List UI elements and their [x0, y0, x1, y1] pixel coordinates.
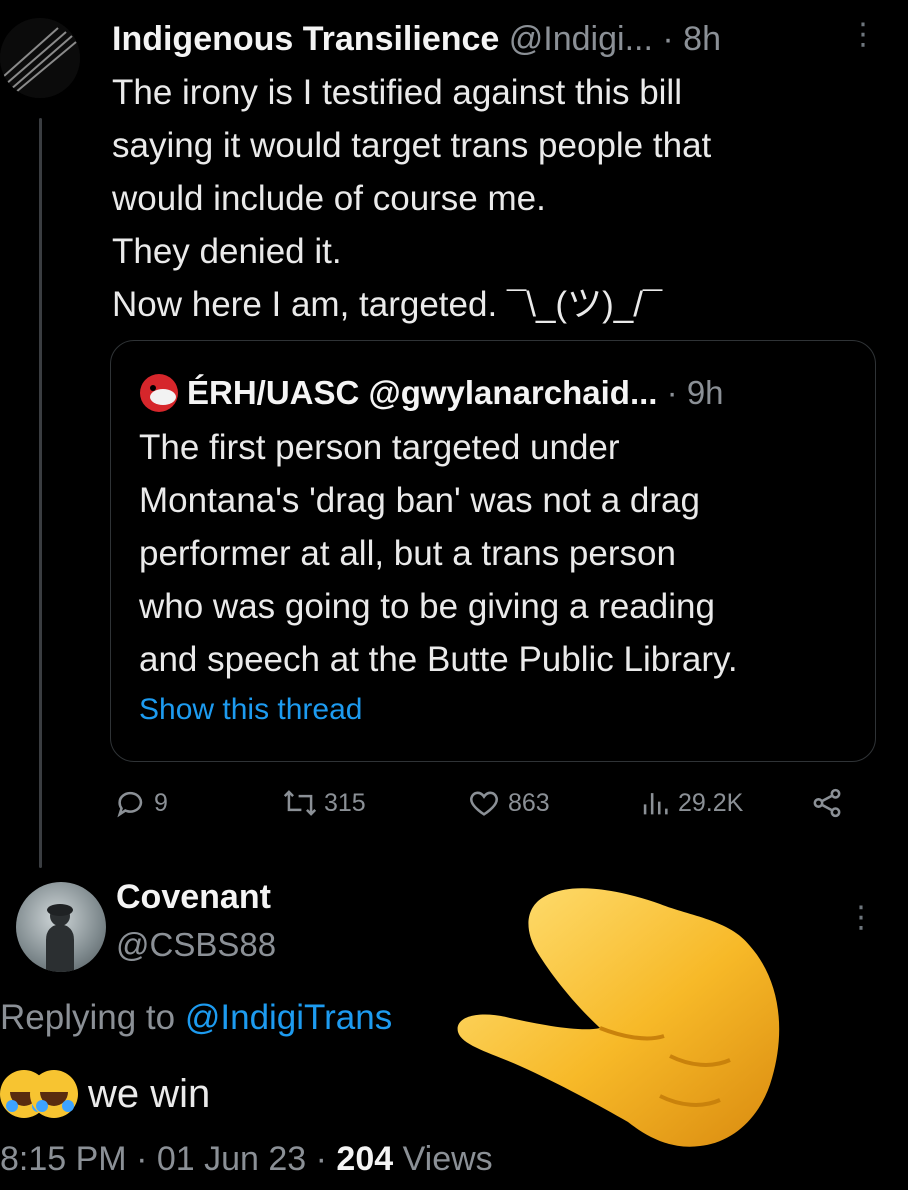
quoted-tweet-header: ÉRH/UASC @gwylanarchaid... · 9h	[187, 371, 724, 415]
show-this-thread-link[interactable]: Show this thread	[139, 693, 362, 727]
thread-connector-line	[39, 118, 42, 868]
share-button[interactable]	[810, 786, 844, 820]
quoted-tweet-line: who was going to be giving a reading	[139, 587, 715, 626]
quoted-author-handle[interactable]: @gwylanarchaid...	[369, 374, 658, 411]
more-options-icon[interactable]: ⋮	[846, 900, 876, 935]
separator-dot: ·	[662, 20, 674, 58]
quoted-tweet-line: and speech at the Butte Public Library.	[139, 640, 738, 679]
like-button[interactable]: 863	[466, 786, 550, 820]
reply-icon	[117, 791, 143, 818]
quoted-tweet-line: Montana's 'drag ban' was not a drag	[139, 481, 700, 520]
views-button[interactable]: 29.2K	[638, 786, 743, 820]
share-icon	[813, 788, 841, 818]
face-with-tears-of-joy-emoji	[30, 1070, 78, 1118]
quoted-tweet-text: The first person targeted under Montana'…	[139, 421, 859, 686]
replying-to-line: Replying to @IndigiTrans	[0, 998, 392, 1038]
quoted-tweet-line: The first person targeted under	[139, 428, 620, 467]
reply-author-name[interactable]: Covenant	[116, 878, 271, 917]
views-icon	[643, 793, 668, 815]
reply-button[interactable]: 9	[114, 786, 168, 820]
more-options-icon[interactable]: ⋮	[848, 20, 878, 50]
tweet-line: saying it would target trans people that	[112, 126, 712, 165]
replying-to-mention[interactable]: @IndigiTrans	[185, 998, 392, 1037]
retweet-count: 315	[324, 788, 366, 817]
quoted-tweet-line: performer at all, but a trans person	[139, 534, 676, 573]
reply-timestamp-line: 8:15 PM · 01 Jun 23 · 204 Views	[0, 1140, 493, 1179]
retweet-icon	[283, 790, 317, 816]
tweet-text: The irony is I testified against this bi…	[112, 66, 852, 331]
pointing-hand-emoji	[457, 888, 780, 1147]
tweet-action-bar: 9 315 863 29.2K	[110, 786, 850, 830]
quoted-author-avatar[interactable]	[139, 373, 179, 413]
reply-author-handle[interactable]: @CSBS88	[116, 926, 276, 964]
tweet-line: The irony is I testified against this bi…	[112, 73, 682, 112]
reply-timestamp[interactable]: 8:15 PM · 01 Jun 23 ·	[0, 1140, 327, 1178]
heart-icon	[470, 791, 498, 816]
retweet-button[interactable]: 315	[282, 786, 366, 820]
tweet-author-name[interactable]: Indigenous Transilience	[112, 20, 499, 58]
replying-to-label: Replying to	[0, 998, 176, 1037]
reply-message: we win	[88, 1071, 211, 1116]
separator-dot: ·	[666, 374, 678, 411]
tweet-line: They denied it.	[112, 232, 342, 271]
soldier-silhouette-avatar	[46, 904, 74, 972]
reply-views-count: 204	[336, 1140, 394, 1178]
tweet-line: would include of course me.	[112, 179, 546, 218]
quoted-tweet-time[interactable]: 9h	[687, 374, 724, 411]
tweet-line: Now here I am, targeted. ¯\_(ツ)_/¯	[112, 285, 663, 324]
tweet-header: Indigenous Transilience @Indigi... · 8h	[112, 18, 721, 60]
red-bird-avatar-icon	[140, 374, 178, 412]
reply-count: 9	[154, 788, 168, 817]
quoted-author-name[interactable]: ÉRH/UASC	[187, 374, 359, 411]
like-count: 863	[508, 788, 550, 817]
tweet-author-handle[interactable]: @Indigi...	[509, 20, 653, 58]
avatar-covenant[interactable]	[16, 882, 106, 972]
tweet-time[interactable]: 8h	[683, 20, 721, 58]
views-count: 29.2K	[678, 788, 744, 817]
avatar-image	[0, 18, 80, 98]
avatar-indigenous-transilience[interactable]	[0, 18, 80, 98]
reply-text: we win	[0, 1070, 210, 1118]
quoted-tweet-card[interactable]: ÉRH/UASC @gwylanarchaid... · 9h The firs…	[110, 340, 876, 762]
